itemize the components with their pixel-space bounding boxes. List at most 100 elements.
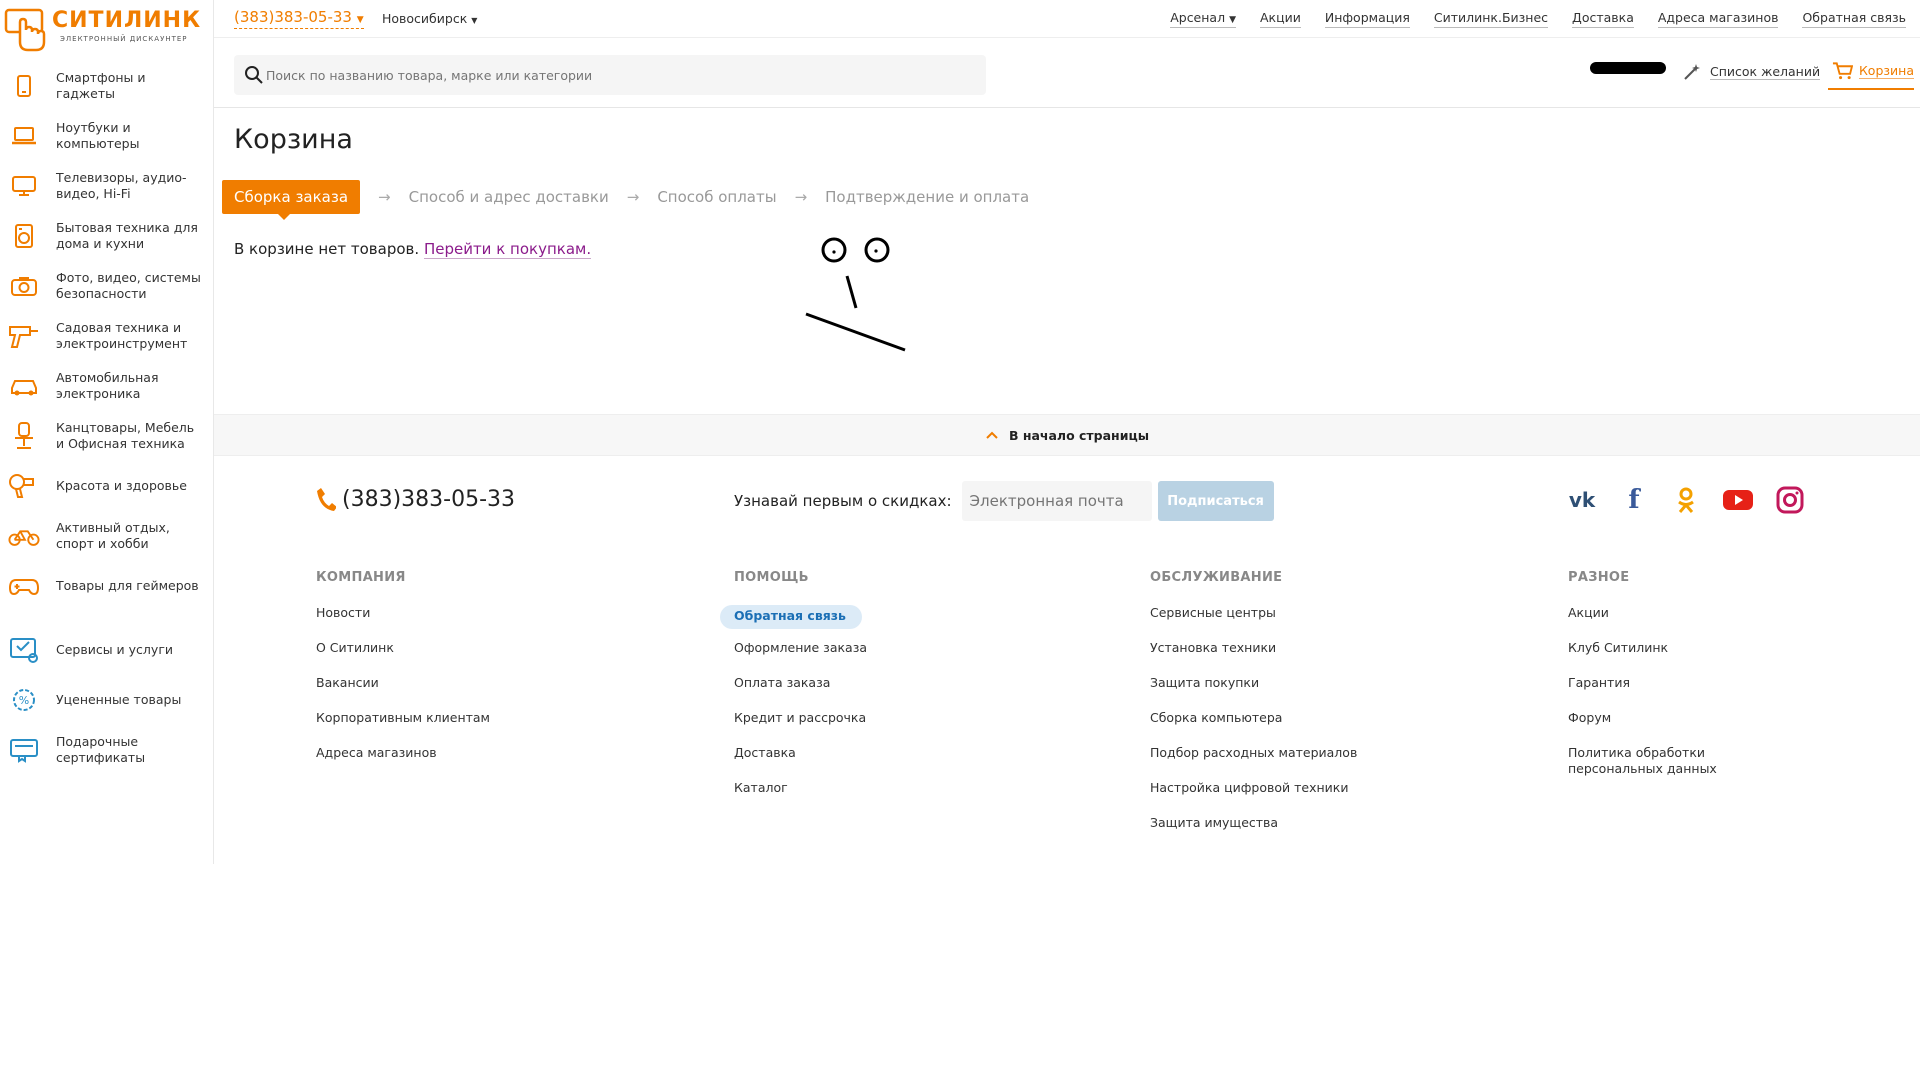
footer-link[interactable]: Политика обработки персональных данных [1568,745,1728,785]
footer-link-feedback-active[interactable]: Обратная связь [720,605,862,629]
hand-pointer-icon [4,8,46,52]
sidebar-item-smartphones[interactable]: Смартфоны и гаджеты [0,64,214,108]
subscribe-label: Узнавай первым о скидках: [734,492,952,510]
services-icon [8,634,40,666]
footer-link[interactable]: Защита покупки [1150,675,1357,710]
smartphone-icon [8,70,40,102]
footer-link[interactable]: Вакансии [316,675,490,710]
youtube-icon[interactable] [1722,484,1754,516]
sidebar-item-label: Уцененные товары [56,692,182,707]
footer-link[interactable]: Защита имущества [1150,815,1357,850]
odnoklassniki-icon[interactable] [1670,484,1702,516]
step-assembly[interactable]: Сборка заказа [222,180,361,220]
search-icon[interactable] [244,65,264,85]
city-selector[interactable]: Новосибирск ▼ [382,11,477,26]
footer-link[interactable]: Акции [1568,605,1728,640]
sidebar-item-services[interactable]: Сервисы и услуги [0,628,214,672]
footer-column-company: КОМПАНИЯ Новости О Ситилинк Вакансии Кор… [316,570,490,780]
sidebar-item-discount[interactable]: % Уцененные товары [0,678,214,722]
footer-link[interactable]: Форум [1568,710,1728,745]
top-link-promotions[interactable]: Акции [1259,10,1301,28]
redacted-user-name[interactable] [1590,62,1666,74]
footer-link[interactable]: Настройка цифровой техники [1150,780,1357,815]
gift-card-icon [8,734,40,766]
chevron-down-icon: ▼ [356,15,364,25]
footer-link[interactable]: Кредит и рассрочка [734,710,867,745]
checkout-steps: Сборка заказа → Способ и адрес доставки … [222,180,1030,220]
sidebar-item-office[interactable]: Канцтовары, Мебель и Офисная техника [0,414,214,458]
sad-face-drawing [805,237,906,352]
subscribe-form: Узнавай первым о скидках: Подписаться [734,481,1274,521]
subscribe-button[interactable]: Подписаться [1157,481,1274,521]
step-confirmation: Подтверждение и оплата [825,188,1030,206]
logo-brand: СИТИЛИНК [52,8,202,33]
footer-link[interactable]: Оформление заказа [734,640,867,675]
footer-link[interactable]: Адреса магазинов [316,745,490,780]
top-link-info[interactable]: Информация [1324,10,1410,28]
cart-icon [1832,62,1853,80]
sidebar-item-appliances[interactable]: Бытовая техника для дома и кухни [0,214,214,258]
top-link-delivery[interactable]: Доставка [1572,10,1634,28]
search-input[interactable] [266,55,966,95]
email-field[interactable] [961,481,1152,521]
sidebar-item-beauty[interactable]: Красота и здоровье [0,464,214,508]
footer-link[interactable]: Подбор расходных материалов [1150,745,1357,780]
footer-column-help: ПОМОЩЬ Обратная связь Оформление заказа … [720,570,867,815]
bicycle-icon [8,520,40,552]
top-link-business[interactable]: Ситилинк.Бизнес [1433,10,1549,28]
sidebar-item-photo[interactable]: Фото, видео, системы безопасности [0,264,214,308]
instagram-icon[interactable] [1774,484,1806,516]
gamepad-icon [8,570,40,602]
back-to-top-bar[interactable]: В начало страницы [214,414,1920,456]
footer-link[interactable]: Гарантия [1568,675,1728,710]
footer-link[interactable]: Сервисные центры [1150,605,1357,640]
footer-link[interactable]: О Ситилинк [316,640,490,675]
empty-cart-text: В корзине нет товаров. [234,240,420,258]
hairdryer-icon [8,470,40,502]
footer-link[interactable]: Новости [316,605,490,640]
sidebar-item-auto[interactable]: Автомобильная электроника [0,364,214,408]
footer-link[interactable]: Оплата заказа [734,675,867,710]
top-link-stores[interactable]: Адреса магазинов [1657,10,1779,28]
sidebar-item-sport[interactable]: Активный отдых, спорт и хобби [0,514,214,558]
facebook-icon[interactable]: f [1618,484,1650,516]
sidebar-item-label: Подарочные сертификаты [56,734,146,765]
sidebar-item-gift-cards[interactable]: Подарочные сертификаты [0,728,214,772]
header: Список желаний Корзина [214,38,1920,108]
sidebar-item-label: Телевизоры, аудио-видео, Hi-Fi [56,170,187,201]
logo-tagline: ЭЛЕКТРОННЫЙ ДИСКАУНТЕР [60,35,188,43]
sidebar-item-garden[interactable]: Садовая техника и электроинструмент [0,314,214,358]
vk-icon[interactable]: vk [1566,484,1598,516]
cart-button[interactable]: Корзина [1828,54,1914,90]
footer-link[interactable]: Установка техники [1150,640,1357,675]
wishlist-link[interactable]: Список желаний [1682,62,1821,82]
phone-icon [317,488,336,511]
footer-link[interactable]: Корпоративным клиентам [316,710,490,745]
footer-heading: ОБСЛУЖИВАНИЕ [1150,570,1283,585]
footer-phone[interactable]: (383)383-05-33 [316,486,515,512]
sidebar-item-gamers[interactable]: Товары для геймеров [0,564,214,608]
top-link-arsenal[interactable]: Арсенал ▼ [1170,10,1236,28]
footer-link[interactable]: Клуб Ситилинк [1568,640,1728,675]
appliance-icon [8,220,40,252]
top-link-feedback[interactable]: Обратная связь [1802,10,1906,28]
sidebar-item-laptops[interactable]: Ноутбуки и компьютеры [0,114,214,158]
footer-link[interactable]: Сборка компьютера [1150,710,1357,745]
citilink-logo[interactable]: СИТИЛИНК ЭЛЕКТРОННЫЙ ДИСКАУНТЕР [4,6,204,58]
sidebar-item-label: Активный отдых, спорт и хобби [56,520,170,551]
footer-heading: ПОМОЩЬ [734,570,809,585]
search-box [234,55,986,95]
arrow-right-icon: → [626,188,640,206]
go-shopping-link[interactable]: Перейти к покупкам. [423,240,592,259]
sidebar-item-label: Ноутбуки и компьютеры [56,120,140,151]
footer-link[interactable]: Доставка [734,745,867,780]
footer-link[interactable]: Каталог [734,780,867,815]
footer-column-misc: РАЗНОЕ Акции Клуб Ситилинк Гарантия Фору… [1568,570,1728,785]
header-phone[interactable]: (383)383-05-33 ▼ [234,8,364,29]
discount-icon: % [8,684,40,716]
footer-column-service: ОБСЛУЖИВАНИЕ Сервисные центры Установка … [1150,570,1357,850]
top-links: Арсенал ▼ Акции Информация Ситилинк.Бизн… [1170,10,1906,28]
footer-heading: КОМПАНИЯ [316,570,406,585]
sidebar-item-label: Смартфоны и гаджеты [56,70,146,101]
sidebar-item-tv[interactable]: Телевизоры, аудио-видео, Hi-Fi [0,164,214,208]
